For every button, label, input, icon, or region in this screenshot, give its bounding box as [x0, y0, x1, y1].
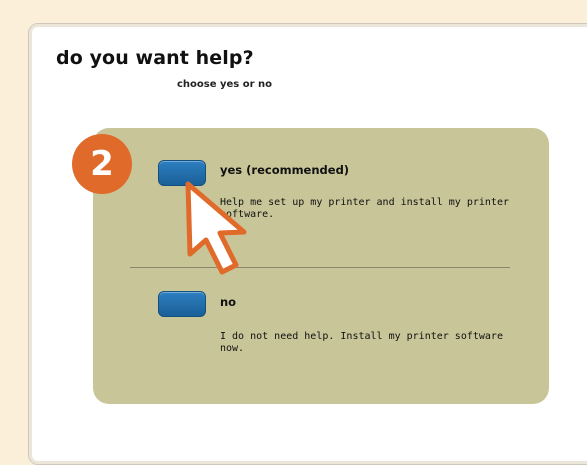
no-option-description: I do not need help. Install my printer s…	[220, 331, 503, 354]
pointer-cursor-icon	[185, 181, 247, 275]
page-subtitle: choose yes or no	[177, 79, 273, 90]
step-number-badge: 2	[72, 134, 132, 194]
no-option-label: no	[220, 295, 237, 309]
no-option-button[interactable]	[158, 291, 206, 317]
page-title: do you want help?	[56, 47, 254, 69]
yes-option-label: yes (recommended)	[220, 163, 350, 177]
